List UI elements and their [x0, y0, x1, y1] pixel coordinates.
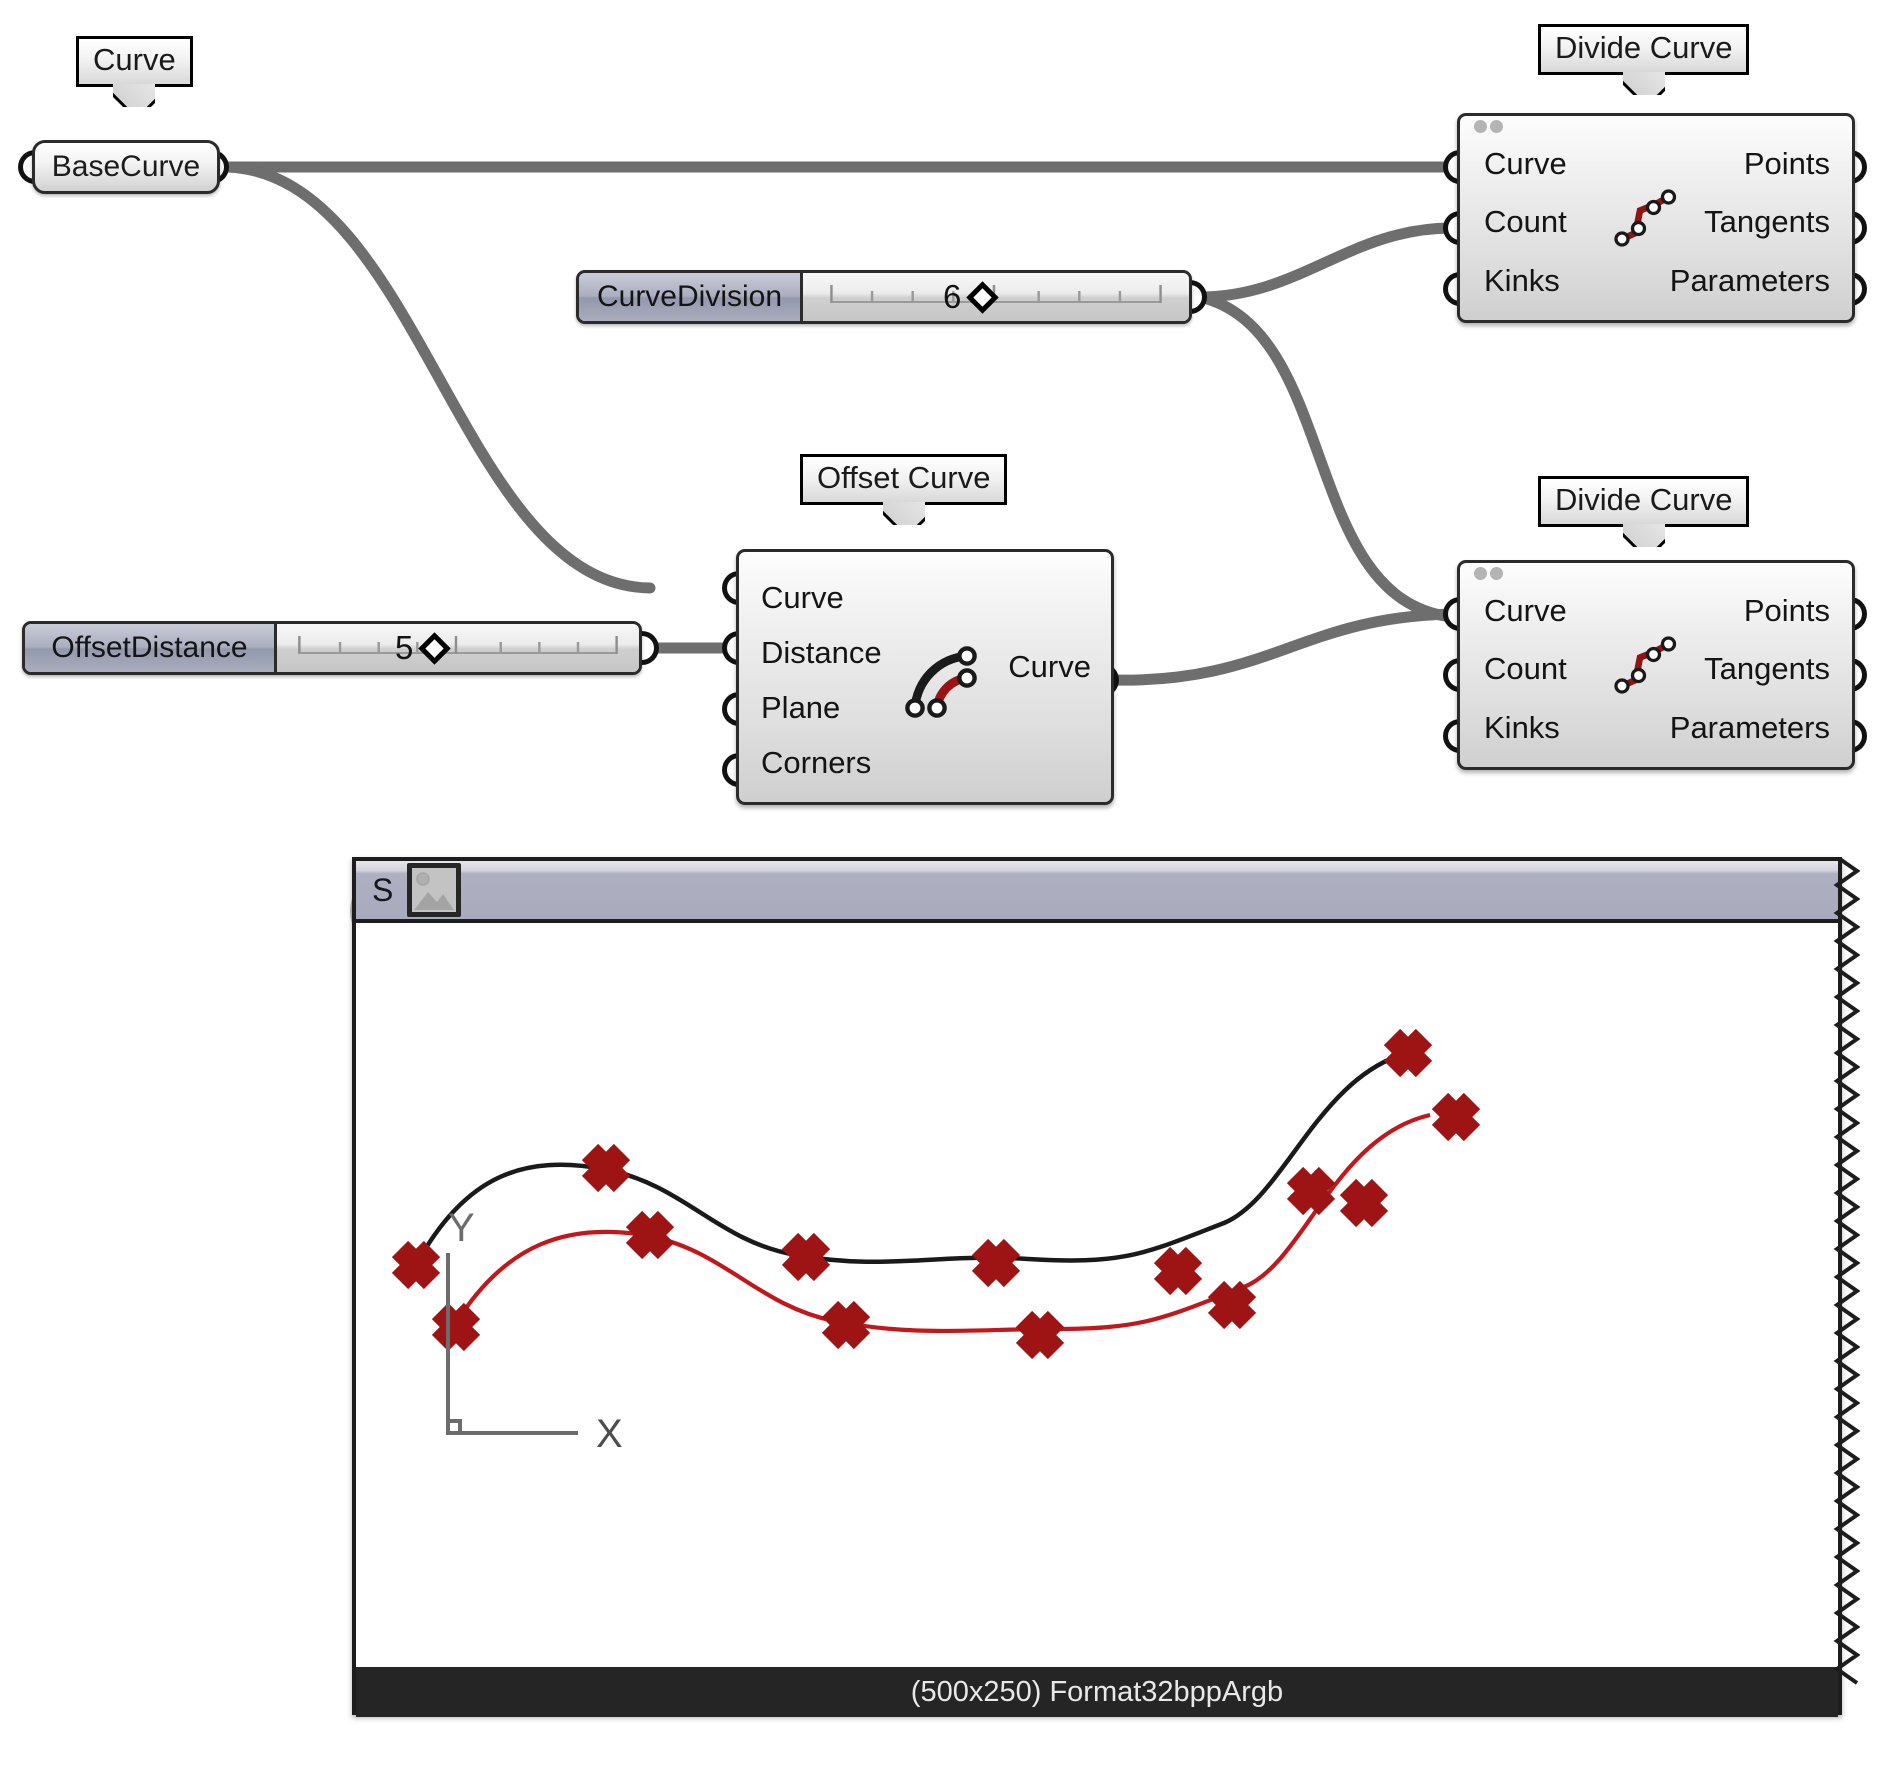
balloon-tail — [883, 502, 925, 525]
divide-top-inputs: Curve Count Kinks — [1484, 134, 1567, 310]
slider-curve-division[interactable]: CurveDivision 6 — [576, 270, 1192, 324]
picture-icon[interactable] — [407, 863, 462, 917]
slider-offset-distance[interactable]: OffsetDistance 5 — [22, 621, 642, 675]
component-grip-icon[interactable] — [1474, 120, 1504, 133]
port-offsetdistance-out[interactable] — [640, 631, 659, 665]
slider-offset-distance-value: 5 — [395, 629, 414, 666]
slider-curve-division-value-group: 6 — [943, 278, 1000, 316]
component-divide-curve-top[interactable]: Curve Count Kinks Points Tangents Parame… — [1457, 113, 1855, 323]
divide-top-input-curve: Curve — [1484, 145, 1567, 181]
curve-preview-render: X Y — [391, 1028, 1481, 1456]
offset-outputs: Curve — [1008, 644, 1091, 688]
wire-division-to-divide-bottom-count — [1194, 291, 1458, 623]
divide-bottom-outputs: Points Tangents Parameters — [1670, 581, 1830, 757]
divide-top-outputs: Points Tangents Parameters — [1670, 134, 1830, 310]
offset-input-plane: Plane — [761, 690, 841, 725]
slider-offset-distance-name: OffsetDistance — [25, 624, 277, 672]
divide-bottom-output-parameters: Parameters — [1669, 710, 1830, 746]
viewer-status-bar: (500x250) Format32bppArgb — [356, 1667, 1838, 1717]
offset-curve-division-markers — [431, 1092, 1481, 1360]
balloon-divide-curve-top: Divide Curve — [1538, 24, 1750, 75]
divide-top-output-tangents: Tangents — [1704, 204, 1830, 240]
offset-input-corners: Corners — [761, 745, 872, 780]
divide-top-input-count: Count — [1484, 204, 1567, 240]
grasshopper-canvas: Curve BaseCurve CurveDivision 6 Divide C… — [0, 0, 1893, 1788]
balloon-offset-curve-label: Offset Curve — [817, 460, 991, 495]
divide-top-output-points: Points — [1743, 145, 1830, 181]
slider-handle-diamond-icon[interactable] — [966, 280, 1000, 314]
image-viewer-panel[interactable]: S X Y (500x250) Format32bppArgb — [352, 857, 1842, 1717]
wire-basecurve-to-offset — [222, 161, 656, 594]
offset-curve-icon — [905, 646, 977, 718]
balloon-divide-curve-bottom: Divide Curve — [1538, 476, 1750, 527]
slider-curve-division-value: 6 — [943, 278, 962, 315]
slider-curve-division-track[interactable]: 6 — [803, 273, 1189, 321]
param-basecurve[interactable]: BaseCurve — [32, 140, 220, 194]
base-curve-path — [414, 1048, 1415, 1267]
divide-bottom-input-kinks: Kinks — [1484, 710, 1560, 746]
balloon-curve-label: Curve — [93, 42, 176, 77]
slider-tick-marks — [298, 636, 618, 654]
divide-bottom-output-points: Points — [1743, 592, 1830, 628]
axis-x-label: X — [596, 1412, 623, 1456]
balloon-divide-curve-bottom-label: Divide Curve — [1555, 482, 1733, 517]
axis-y-label: Y — [448, 1206, 475, 1250]
offset-curve-path — [454, 1112, 1431, 1334]
param-basecurve-label: BaseCurve — [51, 150, 201, 183]
divide-bottom-output-tangents: Tangents — [1704, 651, 1830, 687]
balloon-divide-curve-top-label: Divide Curve — [1555, 30, 1733, 65]
offset-input-curve: Curve — [761, 580, 844, 615]
component-offset-curve[interactable]: Curve Distance Plane Corners Curve — [736, 549, 1114, 805]
viewer-canvas[interactable]: X Y — [356, 923, 1838, 1667]
offset-input-distance: Distance — [761, 635, 882, 670]
wire-division-to-divide-top-count — [1194, 222, 1458, 303]
viewer-status-text: (500x250) Format32bppArgb — [910, 1675, 1284, 1708]
balloon-tail — [113, 84, 155, 107]
slider-handle-diamond-icon[interactable] — [418, 631, 452, 665]
slider-offset-distance-value-group: 5 — [395, 629, 452, 667]
balloon-tail — [1623, 72, 1665, 95]
slider-offset-distance-track[interactable]: 5 — [277, 624, 639, 672]
viewer-header[interactable]: S — [356, 861, 1838, 923]
balloon-tail — [1623, 524, 1665, 547]
divide-bottom-inputs: Curve Count Kinks — [1484, 581, 1567, 757]
component-grip-icon[interactable] — [1474, 567, 1504, 580]
divide-bottom-input-curve: Curve — [1484, 592, 1567, 628]
divide-top-output-parameters: Parameters — [1669, 263, 1830, 299]
divide-bottom-input-count: Count — [1484, 651, 1567, 687]
balloon-offset-curve: Offset Curve — [800, 454, 1008, 505]
wire-offset-to-divide-bottom-curve — [1104, 608, 1458, 686]
divide-top-input-kinks: Kinks — [1484, 263, 1560, 299]
base-curve-division-markers — [391, 1028, 1433, 1296]
offset-inputs: Curve Distance Plane Corners — [761, 570, 882, 790]
component-divide-curve-bottom[interactable]: Curve Count Kinks Points Tangents Parame… — [1457, 560, 1855, 770]
balloon-curve: Curve — [76, 36, 193, 87]
viewer-input-label: S — [372, 872, 394, 908]
slider-curve-division-name: CurveDivision — [579, 273, 803, 321]
offset-output-curve: Curve — [1008, 648, 1091, 684]
